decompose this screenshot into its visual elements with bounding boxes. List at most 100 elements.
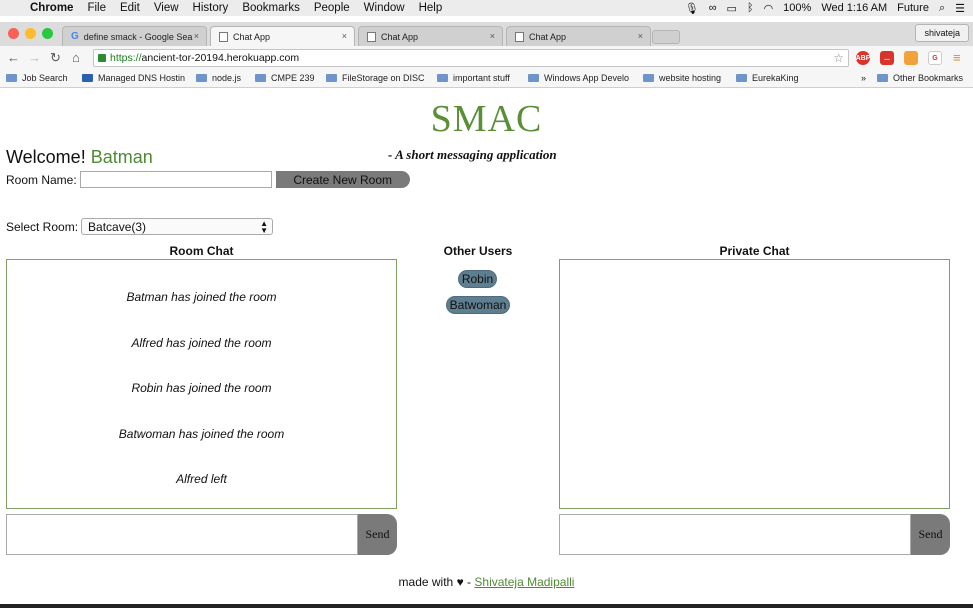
airplay-icon[interactable]: ▭ [727,2,737,15]
bookmark-item[interactable]: website hosting [643,73,721,83]
tab-label: Chat App [529,31,567,42]
tab-google-search[interactable]: G define smack - Google Sea × [62,26,207,46]
folder-icon [437,74,448,82]
bookmark-item[interactable]: FileStorage on DISC [326,73,425,83]
bookmark-label: Other Bookmarks [893,73,964,83]
tab-chat-app-3[interactable]: Chat App × [506,26,651,46]
glasses-icon[interactable]: ∞ [709,2,717,14]
dns-icon [82,74,93,82]
welcome-message: Welcome! Batman [6,147,153,168]
menu-file[interactable]: File [87,2,106,14]
battery-percent[interactable]: 100% [783,2,811,14]
wifi-icon[interactable]: ◠ [764,2,774,15]
menu-window[interactable]: Window [364,2,405,14]
bookmark-label: website hosting [659,73,722,83]
menu-help[interactable]: Help [419,2,443,14]
bookmark-label: node.js [212,73,242,83]
bookmark-item[interactable]: important stuff [437,73,510,83]
clock[interactable]: Wed 1:16 AM [821,2,887,14]
profile-button[interactable]: shivateja [915,24,969,42]
bookmark-item[interactable]: Job Search [6,73,68,83]
select-room-label: Select Room: [6,219,79,234]
menu-people[interactable]: People [314,2,350,14]
bookmarks-bar: Job Search Managed DNS Hostin node.js CM… [0,70,973,88]
minimize-window-button[interactable] [25,28,36,39]
create-room-button[interactable]: Create New Room [275,171,410,188]
private-message-input[interactable] [559,514,911,555]
microphone-icon[interactable]: 🎙 [685,2,699,15]
room-chat-log[interactable]: Batman has joined the room Alfred has jo… [6,259,397,509]
spotlight-icon[interactable]: ⌕ [939,2,945,15]
select-room-row: Select Room: Batcave(3) ▲ ▼ [6,218,274,235]
tab-chat-app-2[interactable]: Chat App × [358,26,503,46]
back-arrow-icon[interactable]: ← [7,50,20,65]
app-tagline: - A short messaging application [388,147,557,162]
private-chat-log[interactable] [559,259,950,509]
close-tab-icon[interactable]: × [490,31,495,41]
new-tab-button[interactable] [652,30,680,44]
user-pill-robin[interactable]: Robin [458,270,497,288]
notification-center-icon[interactable]: ☰ [955,2,965,15]
page-icon [219,31,228,42]
chrome-menu-icon[interactable]: ≡ [953,50,961,65]
other-bookmarks[interactable]: Other Bookmarks [877,73,963,83]
room-name-input[interactable] [79,171,272,188]
bookmark-item[interactable]: EurekaKing [736,73,799,83]
url-host: ancient-tor-20194.herokuapp.com [141,52,300,64]
bookmarks-overflow-button[interactable]: » [861,73,866,83]
author-link[interactable]: Shivateja Madipalli [474,575,574,589]
zoom-window-button[interactable] [42,28,53,39]
menu-history[interactable]: History [193,2,229,14]
close-tab-icon[interactable]: × [194,31,199,41]
folder-icon [6,74,17,82]
tab-label: Chat App [381,31,419,42]
extension-icon[interactable]: G [928,51,942,65]
room-send-button[interactable]: Send [358,514,397,555]
macos-menubar: Chrome File Edit View History Bookmarks … [0,0,973,16]
dock-edge [0,604,973,608]
folder-icon [255,74,266,82]
user-name[interactable]: Future [897,2,929,14]
home-icon[interactable]: ⌂ [72,50,80,65]
bookmark-item[interactable]: node.js [196,73,241,83]
menu-bookmarks[interactable]: Bookmarks [242,2,300,14]
url-scheme: https:// [110,52,142,64]
other-users-header: Other Users [443,244,513,258]
welcome-text: Welcome! [6,147,86,167]
private-message-composer: Send [559,514,950,555]
menu-view[interactable]: View [154,2,179,14]
room-message-input[interactable] [6,514,358,555]
bookmark-item[interactable]: CMPE 239 [255,73,315,83]
chat-message: Alfred left [176,472,227,486]
folder-icon [736,74,747,82]
room-name-label: Room Name: [6,172,77,187]
private-chat-header: Private Chat [719,244,790,258]
close-window-button[interactable] [8,28,19,39]
bookmark-label: important stuff [453,73,510,83]
menu-app-name[interactable]: Chrome [30,2,73,14]
adblock-extension-icon[interactable]: ABP [856,51,870,65]
bookmark-label: Managed DNS Hostin [98,73,186,83]
web-page: SMAC - A short messaging application Wel… [0,89,973,608]
address-bar[interactable]: https:// ancient-tor-20194.herokuapp.com… [93,49,849,67]
navigation-bar: ← → ↻ ⌂ https:// ancient-tor-20194.herok… [0,46,973,70]
close-tab-icon[interactable]: × [638,31,643,41]
lock-icon [98,54,106,62]
bookmark-item[interactable]: Managed DNS Hostin [82,73,185,83]
bookmark-item[interactable]: Windows App Develo [528,73,629,83]
tab-strip: G define smack - Google Sea × Chat App ×… [0,22,973,46]
bookmark-label: Windows App Develo [544,73,630,83]
forward-arrow-icon[interactable]: → [28,50,41,65]
extension-icon[interactable]: ... [880,51,894,65]
bookmark-star-icon[interactable]: ☆ [833,51,844,65]
room-select[interactable]: Batcave(3) ▲ ▼ [81,218,274,235]
reload-icon[interactable]: ↻ [50,50,61,66]
google-icon: G [71,31,79,42]
close-tab-icon[interactable]: × [342,31,347,41]
tab-chat-app-active[interactable]: Chat App × [210,26,355,46]
extension-icon[interactable] [904,51,918,65]
menu-edit[interactable]: Edit [120,2,140,14]
user-pill-batwoman[interactable]: Batwoman [446,296,510,314]
private-send-button[interactable]: Send [911,514,950,555]
bluetooth-icon[interactable]: ᛒ [747,2,754,14]
